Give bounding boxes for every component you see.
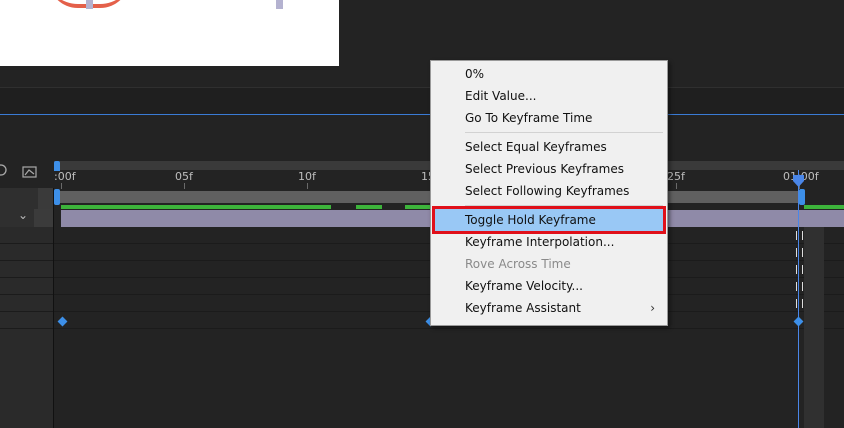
keyframe[interactable] [57,316,68,327]
track-row-divider [0,294,844,295]
ruler-tick [307,183,308,189]
hold-keyframe-icon[interactable] [796,299,803,308]
collapse-chevron-icon[interactable]: ⌄ [18,208,28,222]
graph-editor-icon[interactable] [22,164,38,178]
menu-item-select-following-keyframes[interactable]: Select Following Keyframes [435,180,663,202]
ruler-label: 25f [667,170,685,183]
work-area-start-handle[interactable] [54,189,60,205]
submenu-arrow-icon: › [650,301,655,315]
playhead-handle[interactable] [793,172,804,187]
cache-indicator [61,205,331,209]
menu-item-go-to-keyframe-time[interactable]: Go To Keyframe Time [435,107,663,129]
menu-item-select-previous-keyframes[interactable]: Select Previous Keyframes [435,158,663,180]
menu-separator [465,132,663,133]
layer-header-cell [38,188,54,209]
keyframe[interactable] [793,316,804,327]
motion-blur-icon[interactable] [0,163,8,177]
menu-item-rove-across-time: Rove Across Time [465,257,571,271]
ruler-tick [184,183,185,189]
ruler-label: :00f [54,170,76,183]
cache-indicator [356,205,382,209]
track-row-divider [0,311,844,312]
keyframe-context-menu: 0% Edit Value... Go To Keyframe Time Sel… [430,60,668,326]
composition-preview[interactable] [0,0,339,66]
menu-item-keyframe-velocity[interactable]: Keyframe Velocity... [435,275,663,297]
track-row-divider [0,243,844,244]
hold-keyframe-icon[interactable] [796,265,803,274]
panel-focus-line [0,114,844,115]
menu-separator [465,205,663,206]
menu-item-edit-value[interactable]: Edit Value... [435,85,663,107]
layer-row-cell [34,209,54,227]
hold-keyframe-icon[interactable] [796,282,803,291]
hold-keyframe-icon[interactable] [796,231,803,240]
timeline-end-region [804,227,824,428]
track-row-divider [0,277,844,278]
menu-item-label: Keyframe Assistant [465,301,581,315]
vertex-handle[interactable] [276,0,283,9]
cache-indicator [405,205,430,209]
menu-item-toggle-hold-keyframe[interactable]: Toggle Hold Keyframe [432,206,666,234]
layer-header [0,188,38,209]
menu-item-percent[interactable]: 0% [435,63,663,85]
timeline-header-bar [0,88,844,114]
ruler-label: 10f [298,170,316,183]
work-area-end-handle[interactable] [799,189,805,205]
layer-name-row [0,209,34,227]
track-row-divider [0,328,844,329]
in-point-marker[interactable] [54,161,60,171]
ruler-tick [61,183,62,189]
track-row-divider [0,260,844,261]
ruler-label: 05f [175,170,193,183]
ruler-tick [676,183,677,189]
menu-item-keyframe-assistant[interactable]: Keyframe Assistant › [435,297,663,319]
menu-item-keyframe-interpolation[interactable]: Keyframe Interpolation... [435,231,663,253]
menu-item-select-equal-keyframes[interactable]: Select Equal Keyframes [435,136,663,158]
panel-splitter[interactable] [53,188,54,428]
hold-keyframe-icon[interactable] [796,248,803,257]
vertex-handle[interactable] [86,0,93,9]
cache-indicator [804,205,844,209]
